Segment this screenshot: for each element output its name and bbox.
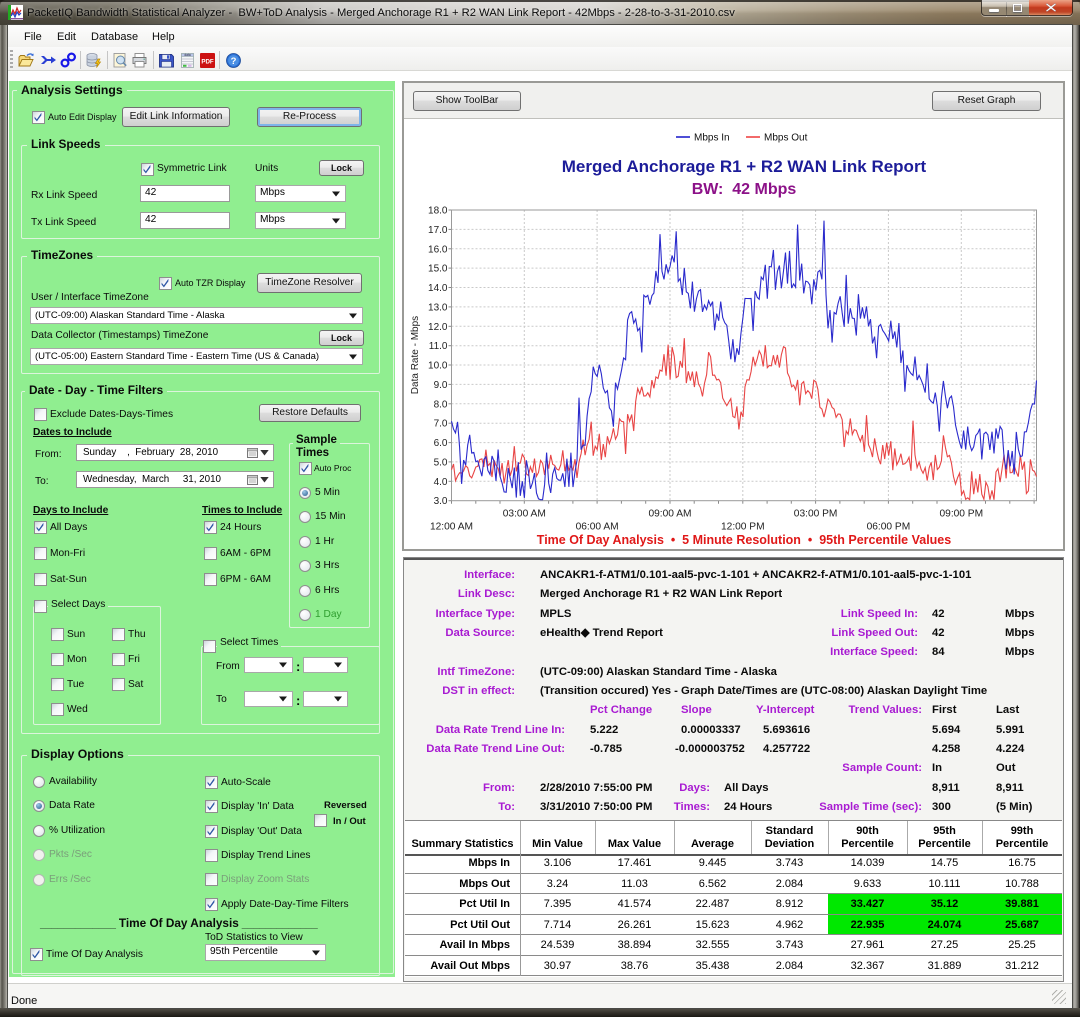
svg-text:12:00 AM: 12:00 AM bbox=[430, 522, 473, 533]
svg-text:data: data bbox=[184, 53, 190, 57]
svg-text:9.0: 9.0 bbox=[434, 380, 448, 391]
svg-text:06:00 PM: 06:00 PM bbox=[867, 522, 911, 533]
svg-text:8.0: 8.0 bbox=[434, 399, 448, 410]
svg-text:7.0: 7.0 bbox=[434, 419, 448, 430]
svg-text:18.0: 18.0 bbox=[428, 206, 448, 217]
svg-text:09:00 AM: 09:00 AM bbox=[648, 509, 691, 520]
svg-text:03:00 PM: 03:00 PM bbox=[794, 509, 838, 520]
svg-text:12:00 PM: 12:00 PM bbox=[721, 522, 765, 533]
svg-text:Time Of Day Analysis • 5 Min: Time Of Day Analysis • 5 Minute Resoluti… bbox=[537, 533, 951, 547]
svg-text:14.0: 14.0 bbox=[428, 283, 448, 294]
svg-text:16.0: 16.0 bbox=[428, 244, 448, 255]
svg-text:09:00 PM: 09:00 PM bbox=[939, 509, 983, 520]
svg-text:?: ? bbox=[231, 56, 237, 67]
svg-text:06:00 AM: 06:00 AM bbox=[576, 522, 619, 533]
svg-text:15.0: 15.0 bbox=[428, 264, 448, 275]
svg-text:Mbps Out: Mbps Out bbox=[764, 133, 808, 144]
svg-text:5.0: 5.0 bbox=[434, 457, 448, 468]
svg-text:Merged Anchorage R1 + R2 WAN L: Merged Anchorage R1 + R2 WAN Link Report bbox=[562, 157, 927, 176]
svg-text:11.0: 11.0 bbox=[429, 341, 448, 352]
svg-text:6.0: 6.0 bbox=[434, 438, 448, 449]
svg-text:PDF: PDF bbox=[201, 59, 214, 66]
svg-text:10.0: 10.0 bbox=[428, 361, 448, 372]
svg-text:Mbps In: Mbps In bbox=[694, 133, 730, 144]
svg-text:12.0: 12.0 bbox=[428, 322, 448, 333]
svg-text:BW: 42 Mbps: BW: 42 Mbps bbox=[692, 181, 797, 198]
svg-text:17.0: 17.0 bbox=[428, 225, 448, 236]
svg-text:03:00 AM: 03:00 AM bbox=[503, 509, 546, 520]
svg-text:4.0: 4.0 bbox=[434, 477, 448, 488]
svg-text:13.0: 13.0 bbox=[428, 302, 448, 313]
svg-text:3.0: 3.0 bbox=[434, 496, 448, 507]
svg-text:Data Rate - Mbps: Data Rate - Mbps bbox=[410, 316, 421, 394]
